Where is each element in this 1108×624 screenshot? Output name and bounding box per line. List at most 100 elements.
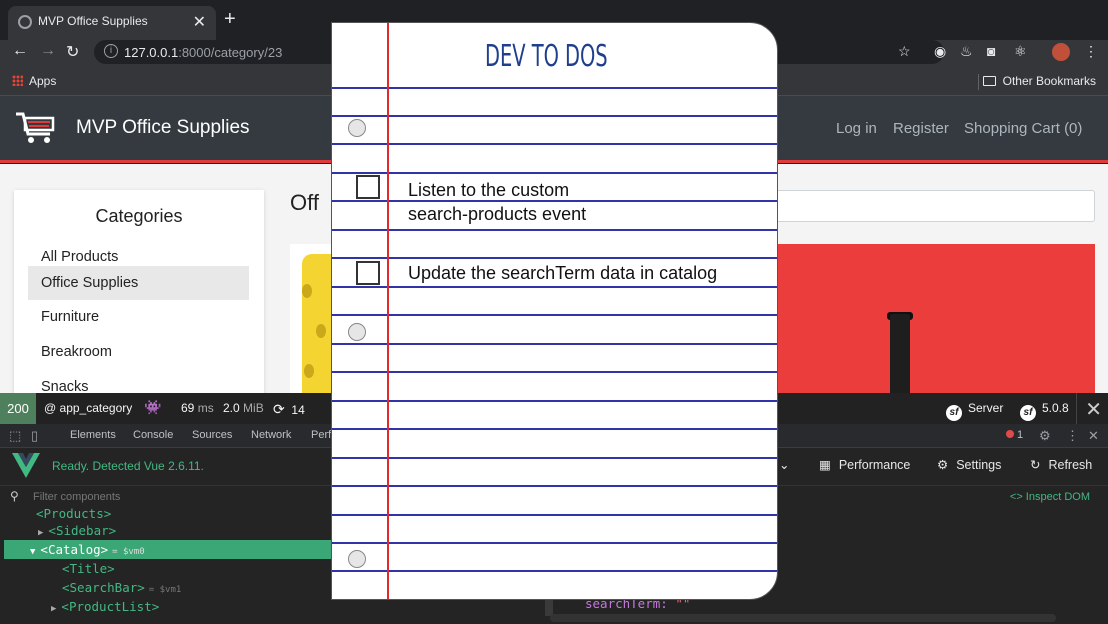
todo-checkbox[interactable] [356,261,380,285]
request-time[interactable]: 69 ms [181,401,214,415]
forward-icon[interactable]: → [40,42,56,60]
register-link[interactable]: Register [893,120,949,137]
notepad-rule-line [332,115,777,117]
tab-sources[interactable]: Sources [192,429,232,441]
notepad-rule-line [332,400,777,402]
extension-react-icon[interactable]: ⚛ [1014,43,1027,60]
more-options-icon[interactable]: ⋮ [1066,428,1079,444]
notepad-rule-line [332,87,777,89]
bookmarks-divider [978,74,979,90]
notepad-rule-line [332,172,777,174]
status-code-badge[interactable]: 200 [0,393,36,424]
tree-node-title[interactable]: <Title> [0,559,332,578]
vm-reference: = $vm0 [112,547,145,557]
extension-fire-icon[interactable]: ♨ [960,43,973,60]
error-count-badge[interactable]: 1 [1006,429,1023,441]
filter-components-input[interactable]: Filter components [33,491,120,503]
notepad-rule-line [332,428,777,430]
todo-item-line: search-products event [408,204,587,224]
login-link[interactable]: Log in [836,120,877,137]
chevron-down-icon[interactable]: ⌄ [779,457,789,472]
product-search-input[interactable] [775,190,1095,222]
profile-avatar[interactable] [1052,43,1070,61]
close-icon[interactable]: ✕ [1085,397,1102,422]
notepad-rule-line [332,542,777,544]
vue-logo-icon [12,453,40,478]
performance-button[interactable]: ▦ Performance [819,457,910,472]
collapsed-arrow-icon[interactable]: ▶ [38,528,43,538]
browser-tab[interactable]: MVP Office Supplies ✕ [8,6,216,40]
tree-node-catalog[interactable]: ▼ <Catalog> = $vm0 [4,540,336,559]
sidebar-item-breakroom[interactable]: Breakroom [28,335,249,369]
vm-reference: = $vm1 [148,585,182,595]
notepad-rule-line [332,485,777,487]
route-name[interactable]: @ app_category [44,401,132,415]
globe-icon [18,15,32,29]
tab-elements[interactable]: Elements [70,429,116,441]
notepad-title: DEV TO DOS [485,39,608,74]
new-tab-icon[interactable]: + [224,8,236,31]
tab-network[interactable]: Network [251,429,291,441]
product-card-image[interactable] [775,244,1095,393]
site-info-icon[interactable]: i [104,44,118,58]
back-icon[interactable]: ← [12,42,28,60]
tab-console[interactable]: Console [133,429,173,441]
sidebar-item-office-supplies[interactable]: Office Supplies [28,266,249,300]
notepad-rule-line [332,371,777,373]
sidebar-item-furniture[interactable]: Furniture [28,300,249,334]
close-devtools-icon[interactable]: ✕ [1088,428,1099,444]
apps-bookmark[interactable]: Apps [12,74,56,88]
todo-checkbox[interactable] [356,175,380,199]
symfony-logo-icon: sf [1020,405,1036,421]
inspect-element-icon[interactable]: ⬚ [9,428,21,444]
symfony-version[interactable]: sf 5.0.8 [1020,401,1069,421]
extension-camera-icon[interactable]: ◙ [987,43,995,59]
settings-button[interactable]: ⚙ Settings [937,457,1001,472]
cheese-hole [304,364,314,378]
sidebar-item-snacks[interactable]: Snacks [28,370,249,393]
apps-grid-icon [12,75,23,86]
cheese-hole [316,324,326,338]
tree-node-productlist[interactable]: ▶ <ProductList> [0,597,332,616]
tree-node-sidebar[interactable]: ▶ <Sidebar> [0,521,332,540]
todo-item-line: Update the searchTerm data in catalog [408,263,718,283]
product-image [302,254,332,393]
notepad-rule-line [332,457,777,459]
inspect-dom-link[interactable]: <> Inspect DOM [1010,491,1090,503]
memory-usage[interactable]: 2.0 MiB [223,401,264,415]
url-text[interactable]: 127.0.0.1:8000/category/23 [124,45,282,60]
menu-kebab-icon[interactable]: ⋮ [1084,43,1098,60]
collapsed-arrow-icon[interactable]: ▶ [51,604,56,614]
extension-record-icon[interactable]: ◉ [934,43,946,60]
notepad-rule-line [332,257,777,259]
brand-name[interactable]: MVP Office Supplies [76,117,250,139]
symfony-logo-icon: sf [946,405,962,421]
binder-hole [348,119,366,137]
notepad-rule-line [332,314,777,316]
horizontal-scrollbar[interactable] [550,614,1056,622]
notepad-rule-line [332,343,777,345]
cheese-hole [302,284,312,298]
vue-status-text: Ready. Detected Vue 2.6.11. [52,459,204,473]
gear-icon: ⚙ [937,458,949,472]
device-toggle-icon[interactable]: ▯ [31,428,38,444]
close-tab-icon[interactable]: ✕ [193,12,206,32]
notepad-rule-line [332,143,777,145]
star-icon[interactable]: ☆ [898,43,911,60]
tree-node-label: <Sidebar> [48,523,117,538]
server-info[interactable]: sf Server [946,401,1003,421]
tab-performance[interactable]: Perf [311,429,331,441]
shopping-cart-logo-icon[interactable] [14,110,58,146]
expanded-arrow-icon[interactable]: ▼ [30,547,35,557]
refresh-button[interactable]: ↻ Refresh [1030,457,1092,472]
gear-icon[interactable]: ⚙ [1039,428,1051,444]
ghost-icon[interactable]: 👾 [144,399,161,416]
todo-item-line: Listen to the custom [408,180,570,200]
requests-count[interactable]: ⟳ 14 [273,401,305,418]
notepad-rule-line [332,229,777,231]
reload-icon[interactable]: ↻ [66,42,79,62]
other-bookmarks[interactable]: Other Bookmarks [982,74,1096,88]
todo-notepad: DEV TO DOS Listen to the custom search-p… [331,22,778,600]
shopping-cart-link[interactable]: Shopping Cart (0) [964,120,1082,137]
tree-node-searchbar[interactable]: <SearchBar> = $vm1 [0,578,332,597]
